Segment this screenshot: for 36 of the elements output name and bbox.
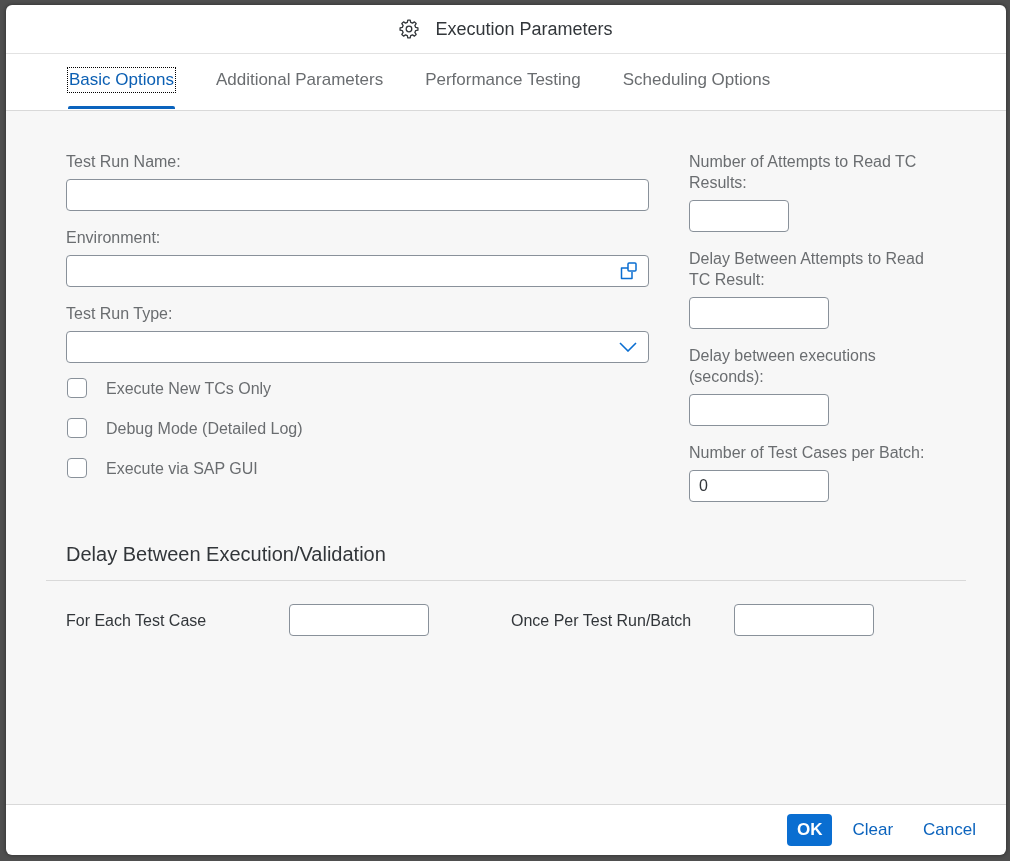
value-help-icon[interactable]	[619, 262, 637, 280]
checkbox-label: Debug Mode (Detailed Log)	[106, 418, 303, 439]
field-label: Environment:	[66, 228, 162, 248]
dropdown-field[interactable]	[66, 331, 649, 363]
tab[interactable]: Basic Options	[68, 54, 175, 110]
input-field[interactable]	[66, 179, 649, 211]
input-field[interactable]	[689, 297, 829, 329]
tab[interactable]: Scheduling Options	[621, 54, 772, 110]
field-label: For Each Test Case	[66, 610, 207, 631]
tab[interactable]: Additional Parameters	[214, 54, 385, 110]
field-label: Number of Test Cases per Batch:	[689, 443, 926, 463]
checkbox[interactable]	[67, 458, 87, 478]
field-label: Delay between executions (seconds):	[689, 346, 877, 387]
dialog-title: Execution Parameters	[435, 18, 613, 41]
tab[interactable]: Performance Testing	[424, 54, 582, 110]
footer-button[interactable]: OK	[786, 814, 833, 846]
input-field[interactable]: 0	[689, 470, 829, 502]
section-title: Delay Between Execution/Validation	[66, 542, 386, 567]
checkbox[interactable]	[67, 418, 87, 438]
footer-button[interactable]: Clear	[842, 814, 904, 846]
checkbox[interactable]	[67, 378, 87, 398]
value-help-field[interactable]	[66, 255, 649, 287]
checkbox-label: Execute via SAP GUI	[106, 458, 258, 479]
footer-button[interactable]: Cancel	[913, 814, 986, 846]
field-label: Number of Attempts to Read TC Results:	[689, 152, 918, 193]
input-field[interactable]	[689, 200, 789, 232]
field-label: Test Run Name:	[66, 152, 182, 172]
field-label: Delay Between Attempts to Read TC Result:	[689, 249, 925, 290]
checkbox-label: Execute New TCs Only	[106, 378, 272, 399]
input-field[interactable]	[689, 394, 829, 426]
settings-icon	[399, 19, 420, 39]
input-field[interactable]	[734, 604, 874, 636]
chevron-down-icon	[619, 342, 637, 352]
field-label: Once Per Test Run/Batch	[511, 610, 692, 631]
field-label: Test Run Type:	[66, 304, 174, 324]
input-field[interactable]	[289, 604, 429, 636]
